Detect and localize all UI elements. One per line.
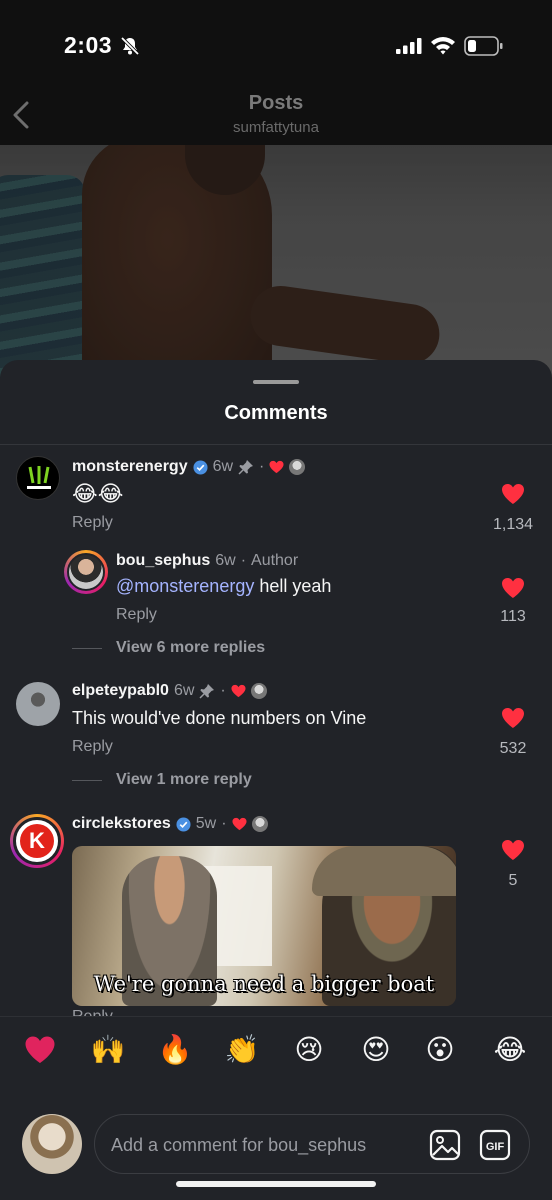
view-more-replies-button[interactable]: View 6 more replies xyxy=(72,639,265,657)
like-heart-icon[interactable] xyxy=(501,577,525,599)
laughing-emoji-button[interactable]: 😂 xyxy=(490,1033,530,1066)
verified-badge-icon xyxy=(193,459,208,475)
pin-icon xyxy=(238,460,254,475)
like-heart-icon[interactable] xyxy=(501,707,525,729)
sheet-title: Comments xyxy=(224,402,328,424)
reply-text: @monsterenergy hell yeah xyxy=(116,576,331,597)
like-heart-icon[interactable] xyxy=(501,483,525,505)
monster-logo-icon xyxy=(27,466,51,489)
creator-liked-heart-icon xyxy=(231,684,246,698)
comment-input[interactable] xyxy=(111,1131,421,1159)
fire-emoji-button[interactable]: 🔥 xyxy=(155,1033,195,1066)
creator-liked-heart-icon xyxy=(231,817,247,831)
cellular-signal-icon xyxy=(396,38,422,54)
meta-separator: · xyxy=(259,458,265,475)
pin-icon xyxy=(199,684,215,699)
comment-input-container: GIF xyxy=(94,1114,530,1174)
gif-caption: We're gonna need a bigger boat xyxy=(93,972,435,996)
photo-dim-overlay xyxy=(0,145,552,385)
comment-text: This would've done numbers on Vine xyxy=(72,708,367,728)
surprised-emoji-button[interactable]: 😮 xyxy=(420,1033,460,1066)
reply-button[interactable]: Reply xyxy=(116,606,157,624)
image-picker-icon[interactable] xyxy=(429,1129,461,1161)
comment-username[interactable]: elpeteypabl0 xyxy=(72,682,169,700)
reply-button[interactable]: Reply xyxy=(72,514,113,532)
avatar[interactable] xyxy=(16,456,60,500)
page-subtitle: sumfattytuna xyxy=(233,119,319,136)
sheet-grab-handle[interactable] xyxy=(253,380,299,384)
cry-emoji-button[interactable]: 😢 xyxy=(289,1033,329,1066)
mention-link[interactable]: @monsterenergy xyxy=(116,576,254,596)
current-user-avatar xyxy=(22,1114,82,1174)
reply-meta: bou_sephus 6w · Author xyxy=(116,552,298,570)
comment-age: 6w xyxy=(212,458,234,475)
like-count: 1,134 xyxy=(492,516,534,533)
clap-emoji-button[interactable]: 👏 xyxy=(222,1033,262,1066)
heart-emoji-button[interactable] xyxy=(24,1035,56,1065)
thread-line xyxy=(72,647,102,649)
comment-age: 6w xyxy=(173,682,195,699)
creator-mini-avatar xyxy=(289,459,306,475)
view-more-label: View 6 more replies xyxy=(116,639,266,656)
creator-mini-avatar xyxy=(251,816,268,832)
gif-attachment[interactable]: We're gonna need a bigger boat xyxy=(72,846,456,1006)
wifi-icon xyxy=(431,37,455,55)
comment-meta: circlekstores 5w · xyxy=(72,815,268,833)
comment-meta: monsterenergy 6w · xyxy=(72,458,306,476)
reply-age: 6w xyxy=(215,552,236,569)
circlek-logo-icon: K xyxy=(13,817,61,865)
creator-mini-avatar xyxy=(250,683,267,699)
view-more-label: View 1 more reply xyxy=(116,771,252,788)
reply-username[interactable]: bou_sephus xyxy=(116,552,210,570)
comment-age: 5w xyxy=(195,815,217,832)
bell-muted-icon xyxy=(120,36,140,56)
post-photo xyxy=(0,145,552,385)
comments-sheet: Comments monsterenergy 6w · 😂😂 Reply 1,1… xyxy=(0,360,552,1200)
comment-meta: elpeteypabl0 6w · xyxy=(72,682,267,700)
heart-eyes-emoji-button[interactable]: 😍 xyxy=(356,1033,396,1066)
battery-icon xyxy=(464,36,503,56)
emoji-reaction-bar: 🙌 🔥 👏 😢 😍 😮 😂 xyxy=(0,1016,552,1086)
like-count: 5 xyxy=(508,872,518,889)
avatar[interactable] xyxy=(64,550,108,594)
home-indicator[interactable] xyxy=(176,1181,376,1187)
like-heart-icon[interactable] xyxy=(501,839,525,861)
comment-username[interactable]: monsterenergy xyxy=(72,458,188,476)
comment-username[interactable]: circlekstores xyxy=(72,815,171,833)
creator-liked-heart-icon xyxy=(269,460,284,474)
avatar[interactable]: K xyxy=(10,814,64,868)
status-time: 2:03 xyxy=(64,32,113,58)
page-title: Posts xyxy=(248,92,304,114)
raised-hands-emoji-button[interactable]: 🙌 xyxy=(88,1033,128,1066)
gif-picker-icon[interactable]: GIF xyxy=(479,1129,511,1161)
avatar[interactable] xyxy=(16,682,60,726)
thread-line xyxy=(72,779,102,781)
status-bar: 2:03 xyxy=(0,0,552,90)
verified-badge-icon xyxy=(176,816,191,832)
view-more-replies-button[interactable]: View 1 more reply xyxy=(72,771,252,789)
like-count: 113 xyxy=(500,608,526,625)
comment-text: 😂😂 xyxy=(72,481,124,506)
meta-separator: · xyxy=(220,682,226,699)
like-count: 532 xyxy=(499,740,527,757)
meta-separator: · xyxy=(221,815,227,832)
avatar-photo xyxy=(67,553,105,591)
gif-hat xyxy=(312,846,456,896)
reply-button[interactable]: Reply xyxy=(72,738,113,756)
reply-body: hell yeah xyxy=(254,576,332,596)
gif-picker-label: GIF xyxy=(486,1141,505,1153)
divider xyxy=(0,444,552,445)
meta-separator: · xyxy=(240,552,247,569)
author-tag: Author xyxy=(251,552,299,569)
